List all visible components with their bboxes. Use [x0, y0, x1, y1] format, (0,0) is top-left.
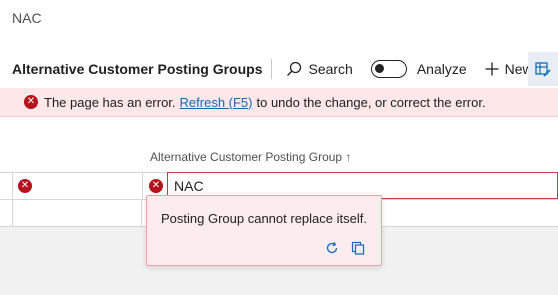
toggle-switch-icon	[370, 60, 407, 78]
toolbar-divider	[271, 59, 273, 79]
analyze-label: Analyze	[416, 61, 467, 77]
validation-message: Posting Group cannot replace itself.	[161, 211, 367, 226]
plus-icon	[485, 62, 499, 76]
page-error-banner: ✕ The page has an error. Refresh (F5) to…	[0, 88, 558, 117]
refresh-icon[interactable]	[325, 241, 339, 255]
row-selector[interactable]: ✕	[12, 173, 142, 199]
validation-error-popup: Posting Group cannot replace itself.	[146, 195, 382, 266]
action-bar: Alternative Customer Posting Groups Sear…	[0, 52, 558, 86]
error-message-suffix: to undo the change, or correct the error…	[256, 94, 486, 110]
breadcrumb[interactable]: NAC	[12, 10, 42, 26]
edit-list-icon	[535, 62, 551, 77]
refresh-link[interactable]: Refresh (F5)	[180, 95, 253, 110]
search-icon	[287, 61, 302, 76]
popup-actions	[325, 241, 365, 255]
empty-row-selector[interactable]	[12, 199, 142, 226]
new-button[interactable]: New	[485, 61, 533, 77]
copy-icon[interactable]	[351, 241, 365, 255]
error-message-prefix: The page has an error.	[44, 94, 176, 110]
row-error-icon: ✕	[18, 179, 32, 193]
error-icon: ✕	[24, 95, 38, 109]
column-header-alt-posting-group[interactable]: Alternative Customer Posting Group ↑	[150, 150, 351, 164]
cell-error-icon: ✕	[149, 179, 163, 193]
edit-list-button[interactable]	[528, 52, 558, 86]
search-label: Search	[308, 61, 353, 77]
page-title: Alternative Customer Posting Groups	[12, 61, 263, 77]
search-button[interactable]: Search	[286, 61, 353, 77]
analyze-toggle[interactable]: Analyze	[370, 60, 467, 78]
